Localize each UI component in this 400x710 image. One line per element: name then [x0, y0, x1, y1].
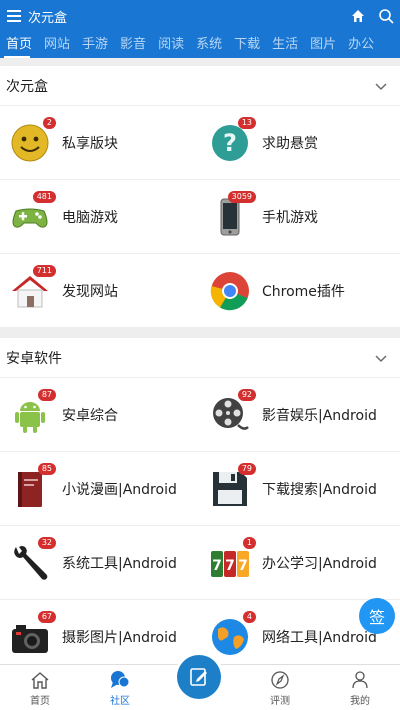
forum-label: 手机游戏 [262, 209, 318, 226]
forum-label: 私享版块 [62, 135, 118, 152]
active-tab-indicator [4, 56, 30, 58]
floppy-icon: 79 [210, 462, 256, 509]
forum-label: 安卓综合 [62, 407, 118, 424]
nav-label: 首页 [30, 696, 50, 707]
count-badge: 3059 [227, 190, 256, 203]
count-badge: 481 [32, 190, 56, 203]
count-badge: 85 [37, 462, 56, 475]
nav-label: 社区 [110, 696, 130, 707]
tab-reading[interactable]: 阅读 [152, 32, 190, 58]
forum-item[interactable]: 3059 手机游戏 [200, 180, 400, 254]
forum-item[interactable]: 67 摄影图片|Android [0, 600, 200, 674]
forum-label: 小说漫画|Android [62, 481, 177, 498]
chrome-icon [210, 271, 250, 311]
tab-system[interactable]: 系统 [190, 32, 228, 58]
count-badge: 711 [32, 264, 56, 277]
wrench-icon: 32 [10, 536, 56, 583]
forum-label: 下载搜索|Android [262, 481, 377, 498]
forum-item[interactable]: 2 私享版块 [0, 106, 200, 180]
chevron-down-icon [375, 83, 387, 90]
android-icon: 87 [10, 388, 56, 435]
tab-websites[interactable]: 网站 [38, 32, 76, 58]
tab-home[interactable]: 首页 [0, 32, 38, 58]
count-badge: 2 [42, 116, 56, 129]
forum-label: 发现网站 [62, 283, 118, 300]
section-header[interactable]: 安卓软件 [0, 338, 400, 378]
house-icon: 711 [10, 264, 56, 311]
home-icon [31, 672, 49, 689]
section-android: 安卓软件 87 安卓综合 92 影音娱乐|Android 85 小说漫画|And… [0, 338, 400, 674]
nav-label: 评测 [270, 696, 290, 707]
forum-label: 系统工具|Android [62, 555, 177, 572]
tab-media[interactable]: 影音 [114, 32, 152, 58]
compose-button[interactable] [177, 655, 221, 699]
app-root: 次元盒 首页 网站 手游 影音 阅读 系统 下载 生活 图片 办公 次元盒 2 … [0, 0, 400, 710]
gamepad-icon: 481 [10, 190, 56, 237]
forum-label: 电脑游戏 [62, 209, 118, 226]
count-badge: 67 [37, 610, 56, 623]
forum-item[interactable]: 79 下载搜索|Android [200, 452, 400, 526]
tab-mobile-games[interactable]: 手游 [76, 32, 114, 58]
tab-download[interactable]: 下载 [228, 32, 266, 58]
forum-label: Chrome插件 [262, 283, 345, 300]
tab-life[interactable]: 生活 [266, 32, 304, 58]
section-header[interactable]: 次元盒 [0, 66, 400, 106]
svg-text:7: 7 [225, 558, 235, 574]
forum-item[interactable]: ? 13 求助悬赏 [200, 106, 400, 180]
tab-office[interactable]: 办公 [342, 32, 380, 58]
forum-item[interactable]: 711 发现网站 [0, 254, 200, 328]
chat-icon [111, 671, 130, 688]
film-reel-icon: 92 [210, 388, 256, 435]
count-badge: 79 [237, 462, 256, 475]
globe-icon: 4 [210, 610, 256, 657]
count-badge: 13 [237, 116, 256, 129]
user-icon [352, 671, 368, 689]
count-badge: 32 [37, 536, 56, 549]
sign-in-button[interactable]: 签 [359, 598, 395, 634]
forum-item[interactable]: 32 系统工具|Android [0, 526, 200, 600]
forum-item[interactable]: Chrome插件 [200, 254, 400, 328]
nav-review[interactable]: 评测 [240, 665, 320, 710]
edit-icon [190, 668, 207, 686]
count-badge: 87 [37, 388, 56, 401]
book-icon: 85 [10, 462, 56, 509]
tab-images[interactable]: 图片 [304, 32, 342, 58]
compass-icon [271, 671, 289, 689]
menu-icon[interactable] [0, 0, 28, 32]
forum-label: 办公学习|Android [262, 555, 377, 572]
svg-text:7: 7 [238, 558, 248, 574]
smiley-icon: 2 [10, 116, 56, 163]
nav-mine[interactable]: 我的 [320, 665, 400, 710]
count-badge: 1 [242, 536, 256, 549]
forum-item[interactable]: 85 小说漫画|Android [0, 452, 200, 526]
section-title: 次元盒 [6, 78, 48, 95]
phone-icon: 3059 [210, 190, 256, 237]
forum-label: 求助悬赏 [262, 135, 318, 152]
forum-item[interactable]: 481 电脑游戏 [0, 180, 200, 254]
nav-home[interactable]: 首页 [0, 665, 80, 710]
count-badge: 92 [237, 388, 256, 401]
forum-label: 摄影图片|Android [62, 629, 177, 646]
nav-label: 我的 [350, 696, 370, 707]
svg-text:?: ? [223, 129, 237, 157]
forum-item[interactable]: 777 1 办公学习|Android [200, 526, 400, 600]
app-bar: 次元盒 [0, 0, 400, 32]
camera-icon: 67 [10, 610, 56, 657]
slot-machine-icon: 777 1 [210, 536, 256, 583]
forum-label: 影音娱乐|Android [262, 407, 377, 424]
search-icon[interactable] [372, 0, 400, 32]
section-ciyuanhe: 次元盒 2 私享版块 ? 13 求助悬赏 481 电脑游戏 3059 手机游戏 … [0, 66, 400, 328]
forum-label: 网络工具|Android [262, 629, 377, 646]
forum-item[interactable]: 87 安卓综合 [0, 378, 200, 452]
home-icon[interactable] [344, 0, 372, 32]
forum-item[interactable]: 92 影音娱乐|Android [200, 378, 400, 452]
svg-text:7: 7 [212, 558, 222, 574]
chevron-down-icon [375, 355, 387, 362]
category-tabs: 首页 网站 手游 影音 阅读 系统 下载 生活 图片 办公 [0, 32, 400, 58]
question-icon: ? 13 [210, 116, 256, 163]
section-title: 安卓软件 [6, 350, 62, 367]
nav-community[interactable]: 社区 [80, 665, 160, 710]
count-badge: 4 [242, 610, 256, 623]
app-title: 次元盒 [28, 10, 68, 26]
